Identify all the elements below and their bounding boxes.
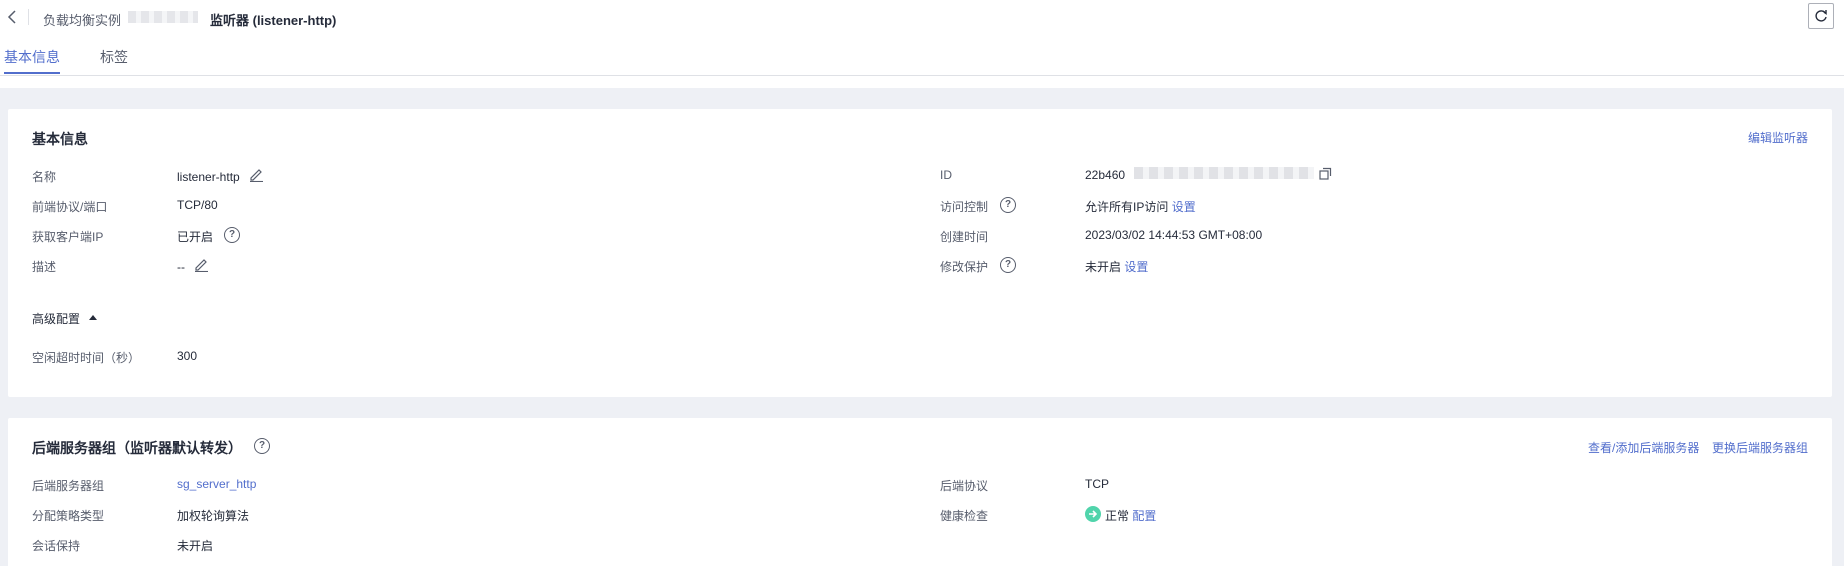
section-title: 基本信息 (32, 131, 88, 147)
backend-protocol-label: 后端协议 (940, 479, 989, 493)
tabs-divider (0, 75, 1844, 76)
active-tab-indicator (4, 72, 60, 74)
id-label: ID (940, 168, 952, 182)
health-check-label: 健康检查 (940, 509, 989, 523)
edit-description-icon[interactable] (193, 256, 209, 272)
access-control-settings-link[interactable]: 设置 (1172, 200, 1196, 214)
access-control-value: 允许所有IP访问 设置 (1085, 198, 1196, 215)
health-check-value: 正常 配置 (1105, 507, 1156, 524)
back-icon[interactable] (4, 9, 20, 25)
page-title: 监听器 (listener-http) (210, 13, 337, 28)
masked-id (1134, 167, 1314, 179)
description-value: -- (177, 260, 185, 274)
help-icon[interactable]: ? (224, 227, 240, 243)
breadcrumb-parent[interactable]: 负载均衡实例 (43, 10, 121, 29)
idle-timeout-value: 300 (177, 349, 198, 363)
frontend-protocol-value: TCP/80 (177, 198, 218, 212)
client-ip-value: 已开启 (177, 230, 214, 244)
backend-protocol-value: TCP (1085, 477, 1109, 491)
client-ip-label: 获取客户端IP (32, 230, 104, 244)
policy-type-value: 加权轮询算法 (177, 509, 250, 523)
edit-listener-link[interactable]: 编辑监听器 (1748, 129, 1808, 146)
help-icon[interactable]: ? (1000, 257, 1016, 273)
access-control-label: 访问控制 (940, 200, 989, 214)
modify-protection-settings-link[interactable]: 设置 (1124, 260, 1148, 274)
section-title: 后端服务器组（监听器默认转发） (32, 440, 242, 456)
modify-protection-text: 未开启 (1085, 260, 1122, 274)
tab-tags[interactable]: 标签 (100, 47, 128, 67)
health-status-text: 正常 (1105, 509, 1130, 523)
created-time-value: 2023/03/02 14:44:53 GMT+08:00 (1085, 228, 1263, 242)
help-icon[interactable]: ? (1000, 197, 1016, 213)
description-label: 描述 (32, 260, 57, 274)
access-control-text: 允许所有IP访问 (1085, 200, 1169, 214)
modify-protection-label: 修改保护 (940, 260, 989, 274)
copy-icon[interactable] (1318, 166, 1332, 180)
change-backend-group-link[interactable]: 更换后端服务器组 (1712, 439, 1808, 456)
backend-group-label: 后端服务器组 (32, 479, 105, 493)
advanced-config-toggle[interactable]: 高级配置 (32, 310, 80, 327)
backend-group-card: 后端服务器组（监听器默认转发） ? 查看/添加后端服务器 更换后端服务器组 后端… (8, 418, 1832, 566)
backend-group-link[interactable]: sg_server_http (177, 477, 256, 491)
session-persistence-value: 未开启 (177, 539, 214, 553)
frontend-protocol-label: 前端协议/端口 (32, 200, 108, 214)
view-add-backend-servers-link[interactable]: 查看/添加后端服务器 (1588, 439, 1699, 456)
caret-up-icon[interactable] (88, 312, 98, 322)
tab-basic-info[interactable]: 基本信息 (4, 47, 60, 67)
name-label: 名称 (32, 170, 57, 184)
created-time-label: 创建时间 (940, 230, 989, 244)
edit-name-icon[interactable] (248, 166, 264, 182)
name-value: listener-http (177, 170, 240, 184)
idle-timeout-label: 空闲超时时间（秒） (32, 351, 141, 365)
id-value: 22b460 (1085, 168, 1126, 182)
status-ok-icon (1085, 506, 1101, 522)
refresh-icon (1815, 10, 1827, 22)
advanced-config-label: 高级配置 (32, 312, 81, 326)
policy-type-label: 分配策略类型 (32, 509, 105, 523)
basic-info-card: 基本信息 编辑监听器 名称 listener-http 前端协议/端口 TCP/… (8, 109, 1832, 397)
divider (28, 9, 29, 25)
refresh-button[interactable] (1808, 3, 1834, 29)
modify-protection-value: 未开启 设置 (1085, 258, 1148, 275)
page-header: 负载均衡实例 监听器 (listener-http) 基本信息 标签 (0, 0, 1844, 88)
session-persistence-label: 会话保持 (32, 539, 81, 553)
help-icon[interactable]: ? (254, 438, 270, 454)
health-check-config-link[interactable]: 配置 (1132, 509, 1156, 523)
masked-instance-name (128, 11, 198, 23)
